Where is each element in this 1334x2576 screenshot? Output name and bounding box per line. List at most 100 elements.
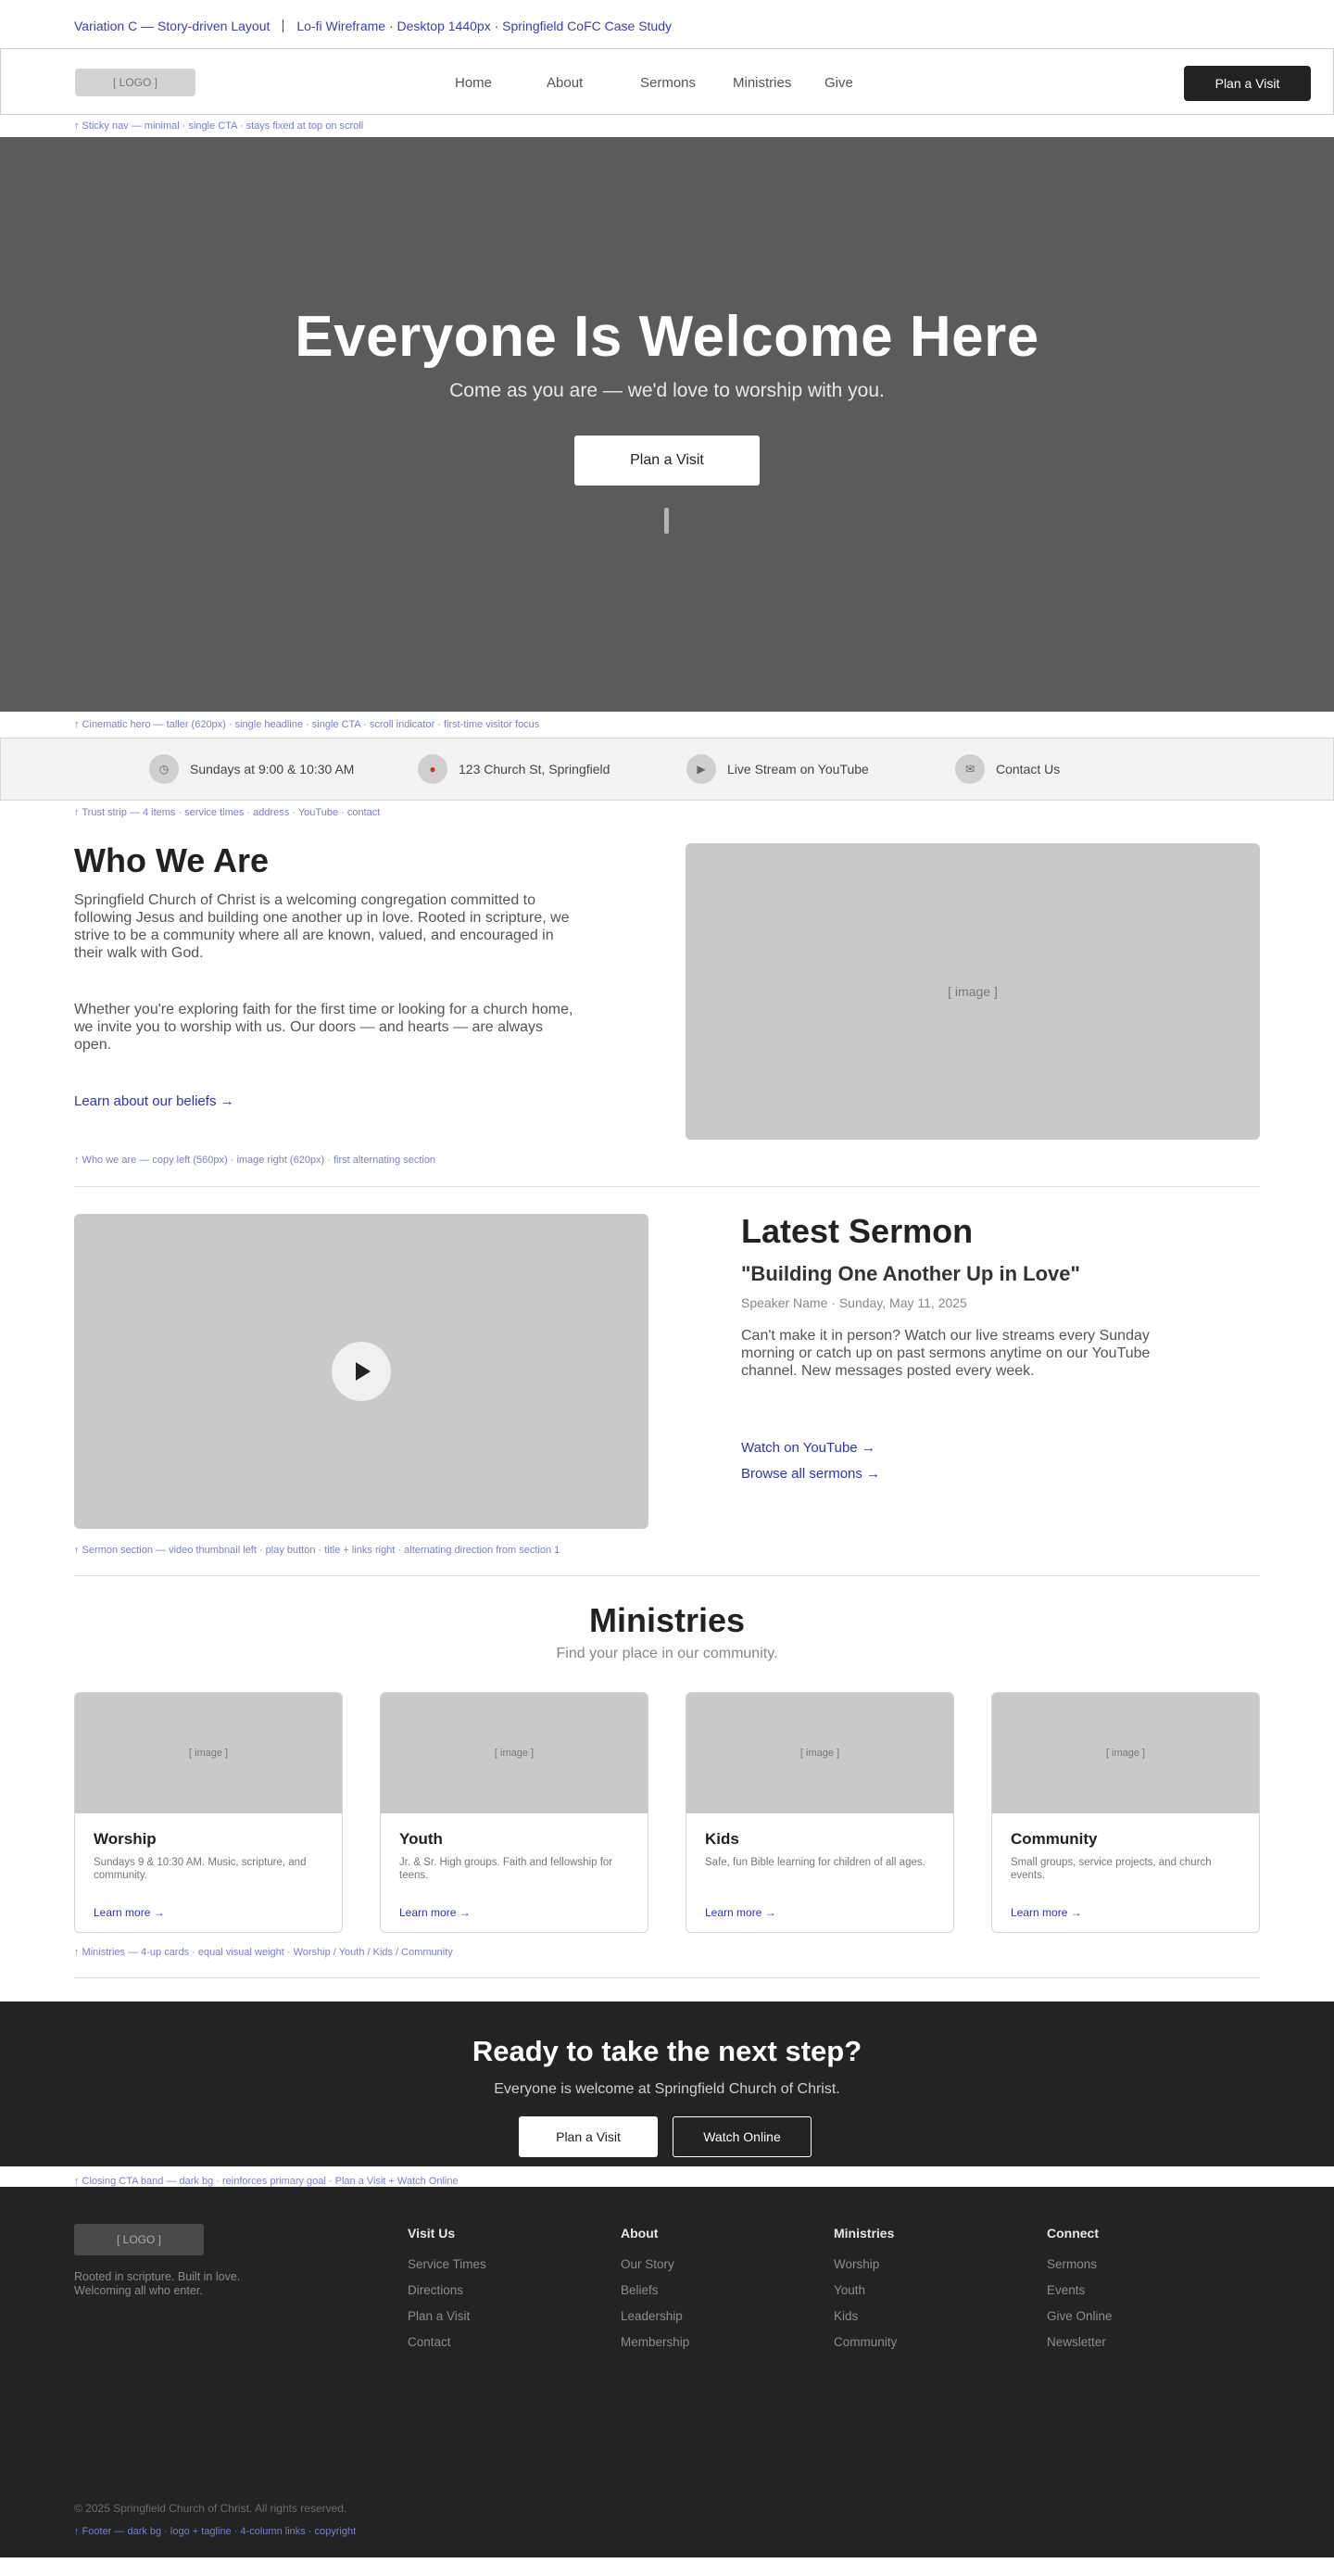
- clock-icon: ◷: [149, 754, 179, 784]
- map-pin-icon: ●: [418, 754, 447, 784]
- sermon-description: Can't make it in person? Watch our live …: [741, 1328, 1151, 1379]
- footer-column-connect: Connect Sermons Events Give Online Newsl…: [1047, 2226, 1113, 2361]
- who-we-are-paragraph-2: Whether you're exploring faith for the f…: [74, 1002, 573, 1053]
- ministry-card-title: Youth: [399, 1830, 443, 1848]
- closing-plan-visit-button[interactable]: Plan a Visit: [519, 2116, 658, 2157]
- footer-column-ministries: Ministries Worship Youth Kids Community: [834, 2226, 897, 2361]
- play-icon: [356, 1362, 371, 1381]
- ministry-card-description: Sundays 9 & 10:30 AM. Music, scripture, …: [94, 1857, 307, 1881]
- nav-link-sermons[interactable]: Sermons: [640, 75, 696, 91]
- footer-link[interactable]: Sermons: [1047, 2257, 1113, 2271]
- nav-annotation: ↑ Sticky nav — minimal · single CTA · st…: [74, 120, 364, 132]
- closing-subtitle: Everyone is welcome at Springfield Churc…: [494, 2081, 840, 2097]
- trust-annotation: ↑ Trust strip — 4 items · service times …: [74, 807, 381, 818]
- footer-link[interactable]: Contact: [408, 2335, 486, 2349]
- footer-column-about: About Our Story Beliefs Leadership Membe…: [621, 2226, 689, 2361]
- footer-link[interactable]: Kids: [834, 2309, 897, 2323]
- footer-column-visit-us: Visit Us Service Times Directions Plan a…: [408, 2226, 486, 2361]
- footer-link[interactable]: Give Online: [1047, 2309, 1113, 2323]
- footer-link[interactable]: Our Story: [621, 2257, 689, 2271]
- nav-link-about[interactable]: About: [547, 75, 583, 91]
- who-we-are-annotation: ↑ Who we are — copy left (560px) · image…: [74, 1155, 436, 1166]
- trust-item-label: 123 Church St, Springfield: [459, 762, 610, 777]
- footer-link[interactable]: Beliefs: [621, 2283, 689, 2297]
- trust-item-label: Sundays at 9:00 & 10:30 AM: [190, 762, 355, 777]
- footer-link[interactable]: Membership: [621, 2335, 689, 2349]
- browse-sermons-link[interactable]: Browse all sermons →: [741, 1466, 880, 1482]
- ministry-card-image: [ image ]: [992, 1693, 1259, 1813]
- ministries-annotation: ↑ Ministries — 4-up cards · equal visual…: [74, 1947, 453, 1958]
- nav-link-home[interactable]: Home: [455, 75, 492, 91]
- footer-link[interactable]: Leadership: [621, 2309, 689, 2323]
- play-icon: ▶: [686, 754, 716, 784]
- hero-title: Everyone Is Welcome Here: [295, 305, 1039, 369]
- wireframe-label-bar: Variation C — Story-driven Layout Lo-fi W…: [0, 0, 1334, 48]
- closing-watch-online-button[interactable]: Watch Online: [673, 2116, 812, 2157]
- sticky-nav: [ LOGO ] Home About Sermons Ministries G…: [0, 48, 1334, 115]
- nav-links: Home About Sermons Ministries Give: [1, 49, 1333, 114]
- footer-link[interactable]: Directions: [408, 2283, 486, 2297]
- footer-column-heading: Ministries: [834, 2226, 895, 2241]
- footer: [ LOGO ] Rooted in scripture. Built in l…: [0, 2187, 1334, 2557]
- sermon-name: "Building One Another Up in Love": [741, 1262, 1080, 1285]
- closing-cta-band: Ready to take the next step? Everyone is…: [0, 2001, 1334, 2166]
- ministry-card-title: Kids: [705, 1830, 739, 1848]
- sermon-video-thumbnail[interactable]: [74, 1214, 648, 1529]
- section-divider: [74, 1977, 1260, 1978]
- who-we-are-title: Who We Are: [74, 841, 270, 879]
- ministries-title: Ministries: [588, 1601, 746, 1639]
- footer-column-heading: About: [621, 2226, 659, 2241]
- nav-link-give[interactable]: Give: [824, 75, 853, 91]
- footer-link[interactable]: Service Times: [408, 2257, 486, 2271]
- ministry-card-title: Community: [1011, 1830, 1098, 1848]
- ministry-card-youth[interactable]: [ image ] Youth Jr. & Sr. High groups. F…: [380, 1692, 648, 1933]
- footer-link[interactable]: Events: [1047, 2283, 1113, 2297]
- ministry-card-link[interactable]: Learn more →: [1011, 1906, 1082, 1919]
- who-we-are-image: [ image ]: [686, 843, 1260, 1140]
- wireframe-label: Variation C — Story-driven Layout Lo-fi W…: [74, 19, 672, 33]
- trust-item-youtube[interactable]: ▶ Live Stream on YouTube: [686, 754, 869, 784]
- ministry-card-description: Jr. & Sr. High groups. Faith and fellows…: [399, 1857, 613, 1881]
- nav-plan-visit-button[interactable]: Plan a Visit: [1184, 66, 1311, 101]
- ministry-card-image: [ image ]: [686, 1693, 953, 1813]
- footer-annotation: ↑ Footer — dark bg · logo + tagline · 4-…: [74, 2526, 357, 2537]
- wireframe-detail-label: Lo-fi Wireframe · Desktop 1440px · Sprin…: [296, 19, 672, 33]
- play-button[interactable]: [332, 1342, 391, 1401]
- nav-link-ministries[interactable]: Ministries: [733, 75, 791, 91]
- ministry-card-community[interactable]: [ image ] Community Small groups, servic…: [991, 1692, 1260, 1933]
- sermon-section-title: Latest Sermon: [741, 1212, 974, 1250]
- section-divider: [74, 1575, 1260, 1576]
- ministry-card-title: Worship: [94, 1830, 157, 1848]
- ministry-card-link[interactable]: Learn more →: [94, 1906, 165, 1919]
- footer-column-heading: Visit Us: [408, 2226, 456, 2241]
- hero-annotation: ↑ Cinematic hero — taller (620px) · sing…: [74, 719, 540, 730]
- footer-link[interactable]: Youth: [834, 2283, 897, 2297]
- footer-link[interactable]: Plan a Visit: [408, 2309, 486, 2323]
- footer-link[interactable]: Worship: [834, 2257, 897, 2271]
- trust-item-label: Live Stream on YouTube: [727, 762, 869, 777]
- ministry-card-link[interactable]: Learn more →: [705, 1906, 776, 1919]
- footer-link[interactable]: Newsletter: [1047, 2335, 1113, 2349]
- ministry-card-description: Safe, fun Bible learning for children of…: [705, 1857, 925, 1868]
- trust-item-address[interactable]: ● 123 Church St, Springfield: [418, 754, 610, 784]
- ministry-card-kids[interactable]: [ image ] Kids Safe, fun Bible learning …: [686, 1692, 954, 1933]
- ministry-card-description: Small groups, service projects, and chur…: [1011, 1857, 1212, 1881]
- footer-logo[interactable]: [ LOGO ]: [74, 2224, 204, 2255]
- scroll-indicator[interactable]: [664, 508, 669, 534]
- footer-copyright: © 2025 Springfield Church of Christ. All…: [74, 2502, 347, 2515]
- footer-tagline: Rooted in scripture. Built in love. Welc…: [74, 2270, 241, 2297]
- trust-item-contact[interactable]: ✉ Contact Us: [955, 754, 1060, 784]
- hero-subtitle: Come as you are — we'd love to worship w…: [449, 380, 885, 401]
- mail-icon: ✉: [955, 754, 985, 784]
- trust-item-label: Contact Us: [996, 762, 1061, 777]
- footer-column-heading: Connect: [1047, 2226, 1099, 2241]
- trust-item-service-times[interactable]: ◷ Sundays at 9:00 & 10:30 AM: [149, 754, 354, 784]
- ministry-card-link[interactable]: Learn more →: [399, 1906, 471, 1919]
- ministry-card-image: [ image ]: [75, 1693, 342, 1813]
- beliefs-link[interactable]: Learn about our beliefs →: [74, 1093, 234, 1109]
- footer-link[interactable]: Community: [834, 2335, 897, 2349]
- watch-youtube-link[interactable]: Watch on YouTube →: [741, 1440, 875, 1456]
- hero-plan-visit-button[interactable]: Plan a Visit: [574, 436, 760, 486]
- sermon-annotation: ↑ Sermon section — video thumbnail left …: [74, 1545, 560, 1556]
- ministry-card-worship[interactable]: [ image ] Worship Sundays 9 & 10:30 AM. …: [74, 1692, 343, 1933]
